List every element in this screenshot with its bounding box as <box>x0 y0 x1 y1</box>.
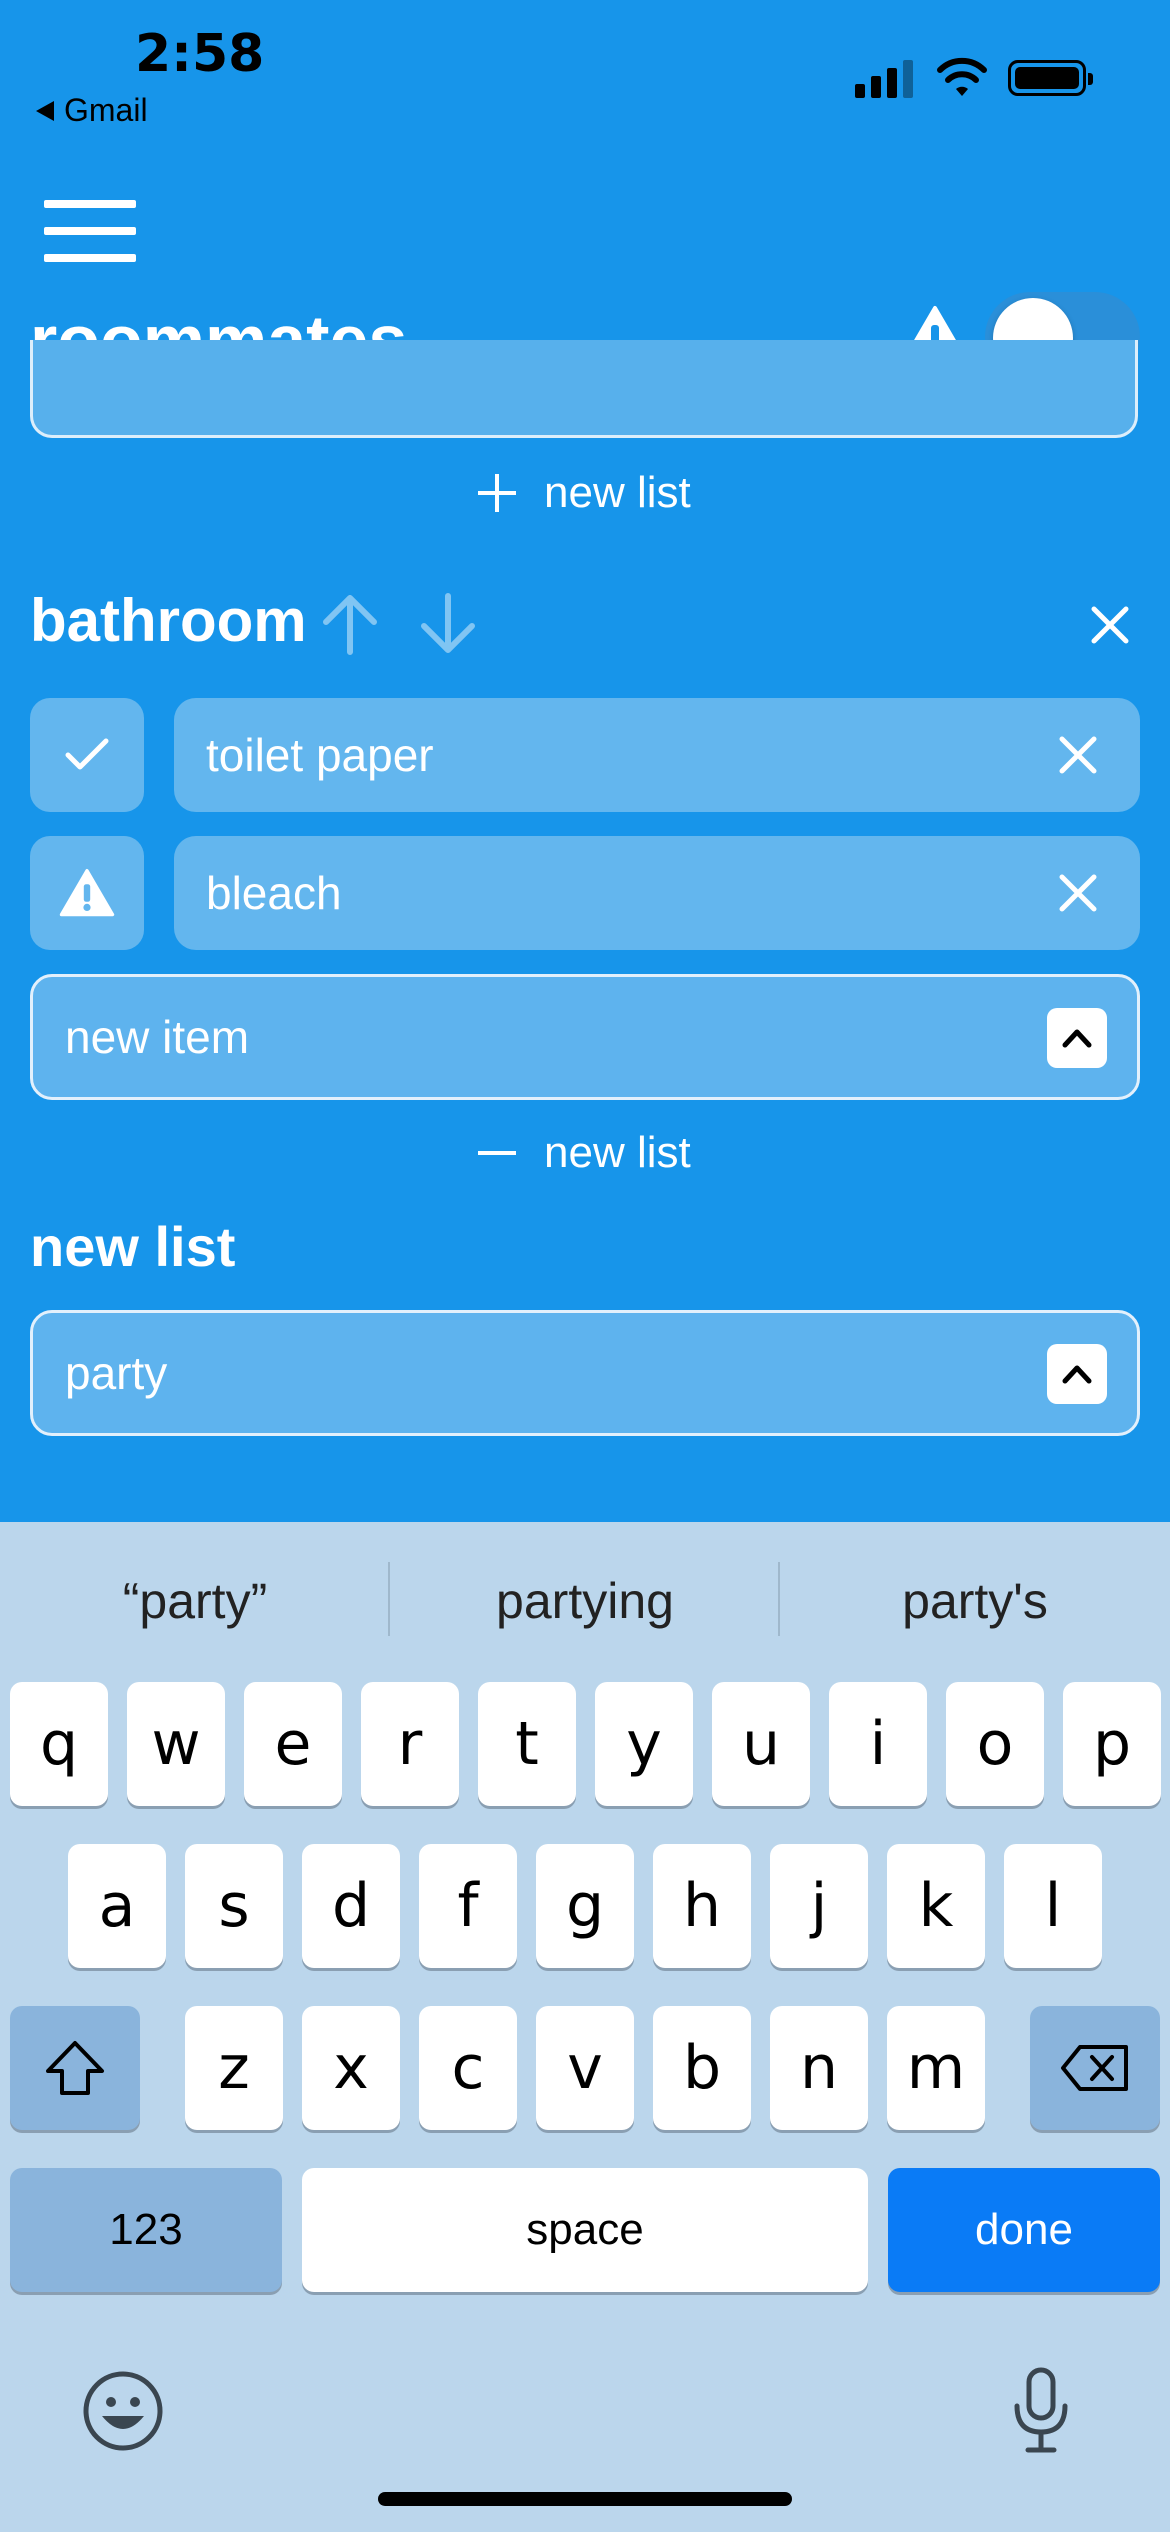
item-status-button[interactable] <box>30 698 144 812</box>
key[interactable]: j <box>770 1844 868 1968</box>
scrolled-list-field[interactable] <box>30 340 1138 438</box>
keyboard: “party” partying party's q w e r t y u i… <box>0 1522 1170 2532</box>
list-item[interactable]: toilet paper <box>174 698 1140 812</box>
list-title-bathroom: bathroom <box>30 587 307 654</box>
key[interactable]: c <box>419 2006 517 2130</box>
suggestion-1[interactable]: “party” <box>0 1572 390 1630</box>
emoji-icon[interactable] <box>82 2370 164 2452</box>
key[interactable]: o <box>946 1682 1044 1806</box>
delete-key[interactable] <box>1030 2006 1160 2130</box>
wifi-icon <box>937 57 987 96</box>
key[interactable]: k <box>887 1844 985 1968</box>
status-time: 2:58 <box>135 24 265 84</box>
collapse-new-list-label: new list <box>544 1128 691 1177</box>
move-up-icon[interactable] <box>318 592 382 656</box>
key[interactable]: m <box>887 2006 985 2130</box>
chevron-up-icon <box>1062 1365 1092 1384</box>
new-list-input[interactable]: party <box>30 1310 1140 1436</box>
backspace-icon <box>1061 2045 1128 2091</box>
key[interactable]: s <box>185 1844 283 1968</box>
hamburger-icon[interactable] <box>44 200 136 262</box>
key[interactable]: n <box>770 2006 868 2130</box>
key[interactable]: r <box>361 1682 459 1806</box>
key[interactable]: e <box>244 1682 342 1806</box>
done-key[interactable]: done <box>888 2168 1160 2292</box>
space-key[interactable]: space <box>302 2168 868 2292</box>
minus-icon <box>478 1151 516 1155</box>
add-new-list-label: new list <box>544 468 691 517</box>
key[interactable]: t <box>478 1682 576 1806</box>
key[interactable]: i <box>829 1682 927 1806</box>
shift-key[interactable] <box>10 2006 140 2130</box>
key[interactable]: g <box>536 1844 634 1968</box>
key[interactable]: v <box>536 2006 634 2130</box>
move-down-icon[interactable] <box>416 592 480 656</box>
microphone-icon[interactable] <box>1010 2366 1072 2456</box>
key[interactable]: z <box>185 2006 283 2130</box>
numbers-key[interactable]: 123 <box>10 2168 282 2292</box>
checkmark-icon <box>65 738 109 770</box>
submit-list-button[interactable] <box>1047 1344 1107 1404</box>
back-app-label: Gmail <box>64 92 148 128</box>
add-new-list-button[interactable]: new list <box>478 468 691 518</box>
remove-item-icon[interactable] <box>1058 735 1098 775</box>
key[interactable]: f <box>419 1844 517 1968</box>
key[interactable]: x <box>302 2006 400 2130</box>
battery-icon <box>1008 60 1093 96</box>
delete-list-icon[interactable] <box>1090 605 1130 645</box>
new-item-input[interactable]: new item <box>30 974 1140 1100</box>
new-list-input-value: party <box>65 1347 168 1399</box>
item-text: toilet paper <box>206 729 434 781</box>
suggestion-2[interactable]: partying <box>390 1572 780 1630</box>
key[interactable]: d <box>302 1844 400 1968</box>
key[interactable]: a <box>68 1844 166 1968</box>
key[interactable]: y <box>595 1682 693 1806</box>
new-item-placeholder: new item <box>65 1011 250 1063</box>
suggestion-3[interactable]: party's <box>780 1572 1170 1630</box>
key[interactable]: u <box>712 1682 810 1806</box>
key[interactable]: l <box>1004 1844 1102 1968</box>
key[interactable]: q <box>10 1682 108 1806</box>
back-to-app-link[interactable]: Gmail <box>36 92 148 129</box>
key[interactable]: p <box>1063 1682 1161 1806</box>
plus-icon <box>478 474 516 512</box>
shift-arrow-icon <box>46 2041 104 2095</box>
chevron-up-icon <box>1062 1029 1092 1048</box>
key[interactable]: h <box>653 1844 751 1968</box>
remove-item-icon[interactable] <box>1058 873 1098 913</box>
item-text: bleach <box>206 867 342 919</box>
key[interactable]: w <box>127 1682 225 1806</box>
submit-item-button[interactable] <box>1047 1008 1107 1068</box>
new-list-heading: new list <box>30 1215 236 1278</box>
collapse-new-list-button[interactable]: new list <box>478 1128 691 1178</box>
list-item[interactable]: bleach <box>174 836 1140 950</box>
home-indicator[interactable] <box>378 2492 792 2506</box>
key[interactable]: b <box>653 2006 751 2130</box>
back-arrow-icon <box>36 100 54 121</box>
item-status-button[interactable] <box>30 836 144 950</box>
warning-icon <box>59 869 115 917</box>
cellular-signal-icon <box>855 58 913 98</box>
